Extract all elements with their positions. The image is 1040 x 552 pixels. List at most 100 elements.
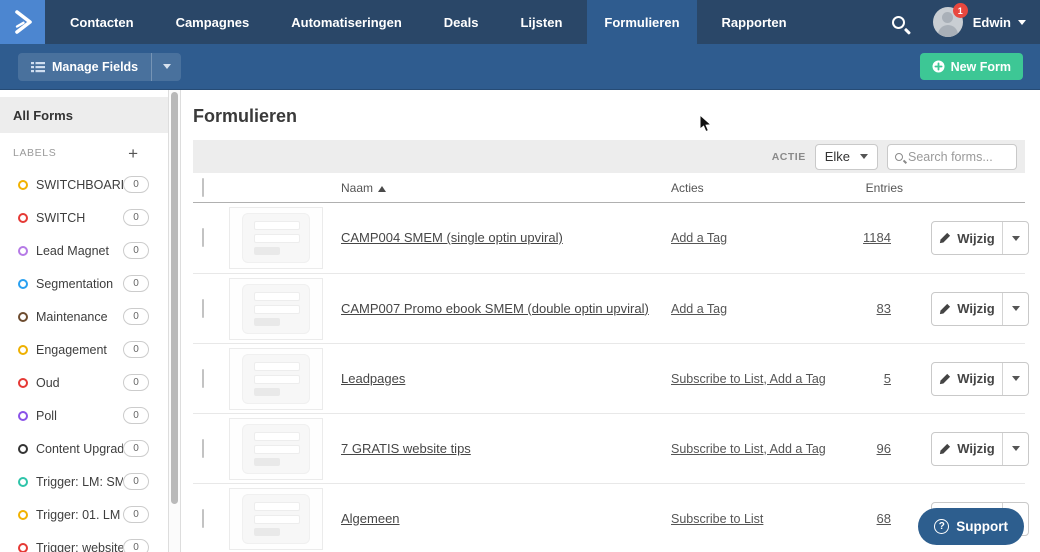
nav-item[interactable]: Contacten [53, 0, 151, 44]
wijzig-split-button: Wijzig [931, 361, 1029, 396]
sidebar-label-item[interactable]: Poll 0 [0, 399, 168, 432]
notification-badge[interactable]: 1 [952, 3, 968, 18]
user-name[interactable]: Edwin [973, 15, 1011, 30]
label-count-badge: 0 [123, 308, 149, 325]
wijzig-button[interactable]: Wijzig [932, 363, 1002, 395]
sidebar-label-item[interactable]: Trigger: 01. LM 0 [0, 498, 168, 531]
sidebar-label-item[interactable]: Maintenance 0 [0, 300, 168, 333]
form-name-link[interactable]: CAMP004 SMEM (single optin upviral) [341, 230, 563, 245]
user-avatar[interactable]: 1 [932, 3, 968, 37]
select-all-checkbox[interactable] [202, 177, 204, 197]
form-thumbnail[interactable] [229, 207, 323, 269]
label-color-ring-icon [18, 410, 28, 421]
nav-item[interactable]: Automatiseringen [274, 0, 419, 44]
sidebar-label-item[interactable]: Engagement 0 [0, 333, 168, 366]
label-name: Maintenance [36, 309, 108, 324]
manage-fields-dropdown-button[interactable] [151, 52, 181, 81]
sidebar-label-item[interactable]: Trigger: LM: SMEM 0 [0, 465, 168, 498]
label-name: Trigger: 01. LM [36, 507, 121, 522]
label-count-badge: 0 [123, 539, 149, 552]
form-actions-link[interactable]: Add a Tag [671, 302, 727, 316]
row-checkbox[interactable] [202, 298, 204, 318]
sidebar-label-item[interactable]: Trigger: website ... 0 [0, 531, 168, 552]
row-checkbox[interactable] [202, 368, 204, 388]
form-thumbnail[interactable] [229, 487, 323, 550]
column-header-acties[interactable]: Acties [671, 181, 861, 195]
nav-item[interactable]: Campagnes [159, 0, 267, 44]
sidebar-label-item[interactable]: Content Upgrades 0 [0, 432, 168, 465]
form-actions-link[interactable]: Add a Tag [671, 231, 727, 245]
row-checkbox[interactable] [202, 508, 204, 528]
sidebar-label-item[interactable]: Segmentation 0 [0, 267, 168, 300]
nav-item[interactable]: Rapporten [705, 0, 804, 44]
entries-count-link[interactable]: 5 [884, 371, 891, 386]
scrollbar-thumb[interactable] [171, 92, 178, 504]
label-color-ring-icon [18, 344, 28, 355]
search-forms-input[interactable] [908, 149, 1009, 164]
label-count-badge: 0 [123, 506, 149, 523]
sidebar-label-item[interactable]: SWITCHBOARD 0 [0, 168, 168, 201]
label-color-ring-icon [18, 179, 28, 190]
table-row: CAMP004 SMEM (single optin upviral) Add … [193, 203, 1029, 273]
column-header-naam[interactable]: Naam [341, 181, 671, 195]
manage-fields-split-button: Manage Fields [18, 52, 182, 81]
label-count-badge: 0 [123, 242, 149, 259]
table-header-row: Naam Acties Entries [193, 173, 1025, 203]
manage-fields-button[interactable]: Manage Fields [18, 53, 151, 81]
subheader: Manage Fields New Form [0, 44, 1040, 90]
sidebar-label-item[interactable]: Lead Magnet 0 [0, 234, 168, 267]
wijzig-dropdown-button[interactable] [1002, 292, 1028, 325]
entries-count-link[interactable]: 83 [877, 301, 891, 316]
form-actions-link[interactable]: Subscribe to List [671, 512, 763, 526]
label-name: Lead Magnet [36, 243, 109, 258]
all-forms-label: All Forms [13, 107, 73, 123]
nav-item[interactable]: Deals [427, 0, 496, 44]
wijzig-button[interactable]: Wijzig [932, 433, 1002, 465]
form-thumbnail[interactable] [229, 417, 323, 480]
wijzig-dropdown-button[interactable] [1002, 222, 1028, 254]
form-actions-link[interactable]: Subscribe to List, Add a Tag [671, 372, 826, 386]
user-menu-chevron-down-icon[interactable] [1018, 19, 1026, 25]
nav-right: 1 Edwin [891, 0, 1040, 44]
chevron-down-icon [860, 154, 868, 159]
wijzig-button[interactable]: Wijzig [932, 222, 1002, 254]
row-checkbox[interactable] [202, 438, 204, 458]
sidebar-label-item[interactable]: SWITCH 0 [0, 201, 168, 234]
table-row: CAMP007 Promo ebook SMEM (double optin u… [193, 273, 1029, 343]
form-name-link[interactable]: CAMP007 Promo ebook SMEM (double optin u… [341, 301, 649, 316]
form-thumbnail[interactable] [229, 347, 323, 410]
form-name-link[interactable]: Algemeen [341, 511, 400, 526]
label-color-ring-icon [18, 377, 28, 388]
form-actions-link[interactable]: Subscribe to List, Add a Tag [671, 442, 826, 456]
search-icon[interactable] [891, 15, 905, 29]
column-header-entries[interactable]: Entries [861, 181, 931, 195]
entries-count-link[interactable]: 1184 [863, 230, 891, 245]
wijzig-dropdown-button[interactable] [1002, 362, 1028, 395]
label-color-ring-icon [18, 509, 28, 520]
form-thumbnail[interactable] [229, 277, 323, 340]
row-checkbox[interactable] [202, 228, 204, 247]
labels-header: LABELS + [0, 138, 168, 168]
sidebar-label-item[interactable]: Oud 0 [0, 366, 168, 399]
label-name: Poll [36, 408, 57, 423]
form-preview-graphic [242, 213, 310, 263]
action-filter-dropdown[interactable]: Elke [814, 143, 878, 170]
wijzig-button[interactable]: Wijzig [932, 293, 1002, 325]
form-name-link[interactable]: 7 GRATIS website tips [341, 441, 471, 456]
nav-item[interactable]: Formulieren [587, 0, 697, 44]
new-form-button[interactable]: New Form [919, 53, 1023, 80]
pencil-icon [940, 303, 951, 314]
app-window: Contacten Campagnes Automatiseringen Dea… [0, 0, 1040, 552]
chevron-down-icon [162, 64, 171, 69]
wijzig-split-button: Wijzig [931, 291, 1029, 326]
entries-count-link[interactable]: 96 [877, 441, 891, 456]
wijzig-dropdown-button[interactable] [1002, 432, 1028, 465]
form-name-link[interactable]: Leadpages [341, 371, 405, 386]
add-label-plus-icon[interactable]: + [128, 145, 138, 162]
nav-item[interactable]: Lijsten [503, 0, 579, 44]
support-button[interactable]: ? Support [918, 508, 1024, 545]
sidebar-item-all-forms[interactable]: All Forms [0, 97, 168, 133]
entries-count-link[interactable]: 68 [877, 511, 891, 526]
activecampaign-logo[interactable] [0, 0, 45, 44]
